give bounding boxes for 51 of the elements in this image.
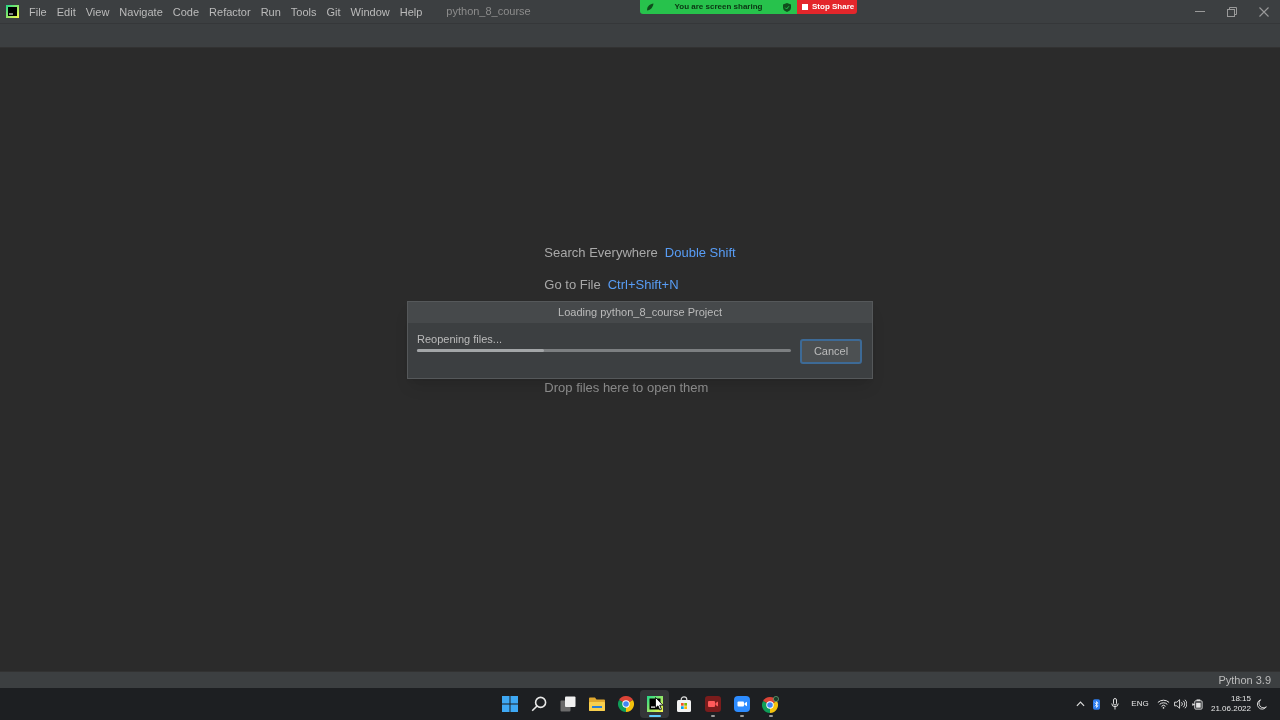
stop-square-icon <box>802 4 808 10</box>
menu-item[interactable]: Window <box>345 1 395 22</box>
shortcut-text: Double Shift <box>664 244 736 262</box>
clock[interactable]: 18:15 21.06.2022 <box>1206 694 1254 714</box>
moon-icon[interactable] <box>1257 698 1267 710</box>
menu-item[interactable]: Help <box>394 1 428 22</box>
language-button[interactable]: ENG <box>1126 698 1154 710</box>
browser-icon[interactable] <box>617 696 634 712</box>
menu-item[interactable]: Tools <box>285 1 322 22</box>
browser-icon[interactable] <box>762 695 779 713</box>
menu-item[interactable]: Git <box>321 1 346 22</box>
menu-item[interactable]: File <box>24 1 52 22</box>
menu-item[interactable]: Code <box>167 1 205 22</box>
menu-item[interactable]: View <box>80 1 115 22</box>
interpreter-widget[interactable]: Python 3.9 <box>1218 673 1271 687</box>
store-bag-icon[interactable] <box>675 696 692 712</box>
stop-share-button[interactable]: Stop Share <box>797 0 857 14</box>
drop-files-hint: Drop files here to open them <box>544 379 709 397</box>
menu-item[interactable]: Edit <box>51 1 81 22</box>
start-icon[interactable] <box>501 696 518 712</box>
task-view-icon[interactable] <box>559 696 576 712</box>
bluetooth-icon[interactable] <box>1092 698 1100 710</box>
chevron-up-icon[interactable] <box>1075 701 1085 707</box>
running-indicator <box>768 715 773 717</box>
leaf-icon <box>646 3 654 11</box>
wifi-icon[interactable] <box>1156 699 1170 709</box>
close-icon[interactable] <box>1259 6 1269 17</box>
sharing-status-text: You are screen sharing <box>673 1 764 13</box>
microphone-icon[interactable] <box>1111 698 1119 710</box>
app-icon <box>6 5 19 18</box>
window-title: python_8_course <box>446 4 531 20</box>
dialog-title: Loading python_8_course Project <box>558 305 722 321</box>
taskbar-app-button[interactable] <box>640 690 669 718</box>
mouse-cursor-icon <box>655 697 664 711</box>
search-icon[interactable] <box>530 696 547 712</box>
running-indicator <box>710 715 715 717</box>
speaker-icon[interactable] <box>1173 699 1187 709</box>
battery-icon[interactable] <box>1191 698 1203 710</box>
running-indicator <box>648 715 661 717</box>
menu-item[interactable]: Navigate <box>114 1 168 22</box>
menu-item[interactable]: Run <box>255 1 286 22</box>
hint-label: Go to File <box>544 276 601 294</box>
progress-message: Reopening files... <box>417 333 503 346</box>
restore-icon[interactable] <box>1227 6 1237 17</box>
folder-icon[interactable] <box>588 697 605 711</box>
hint-label: Search Everywhere <box>544 244 658 262</box>
menu-item[interactable]: Refactor <box>204 1 256 22</box>
cancel-button[interactable]: Cancel <box>800 339 862 364</box>
running-indicator <box>739 715 744 717</box>
video-camera-icon[interactable] <box>733 696 750 712</box>
shortcut-text: Ctrl+Shift+N <box>607 276 679 294</box>
